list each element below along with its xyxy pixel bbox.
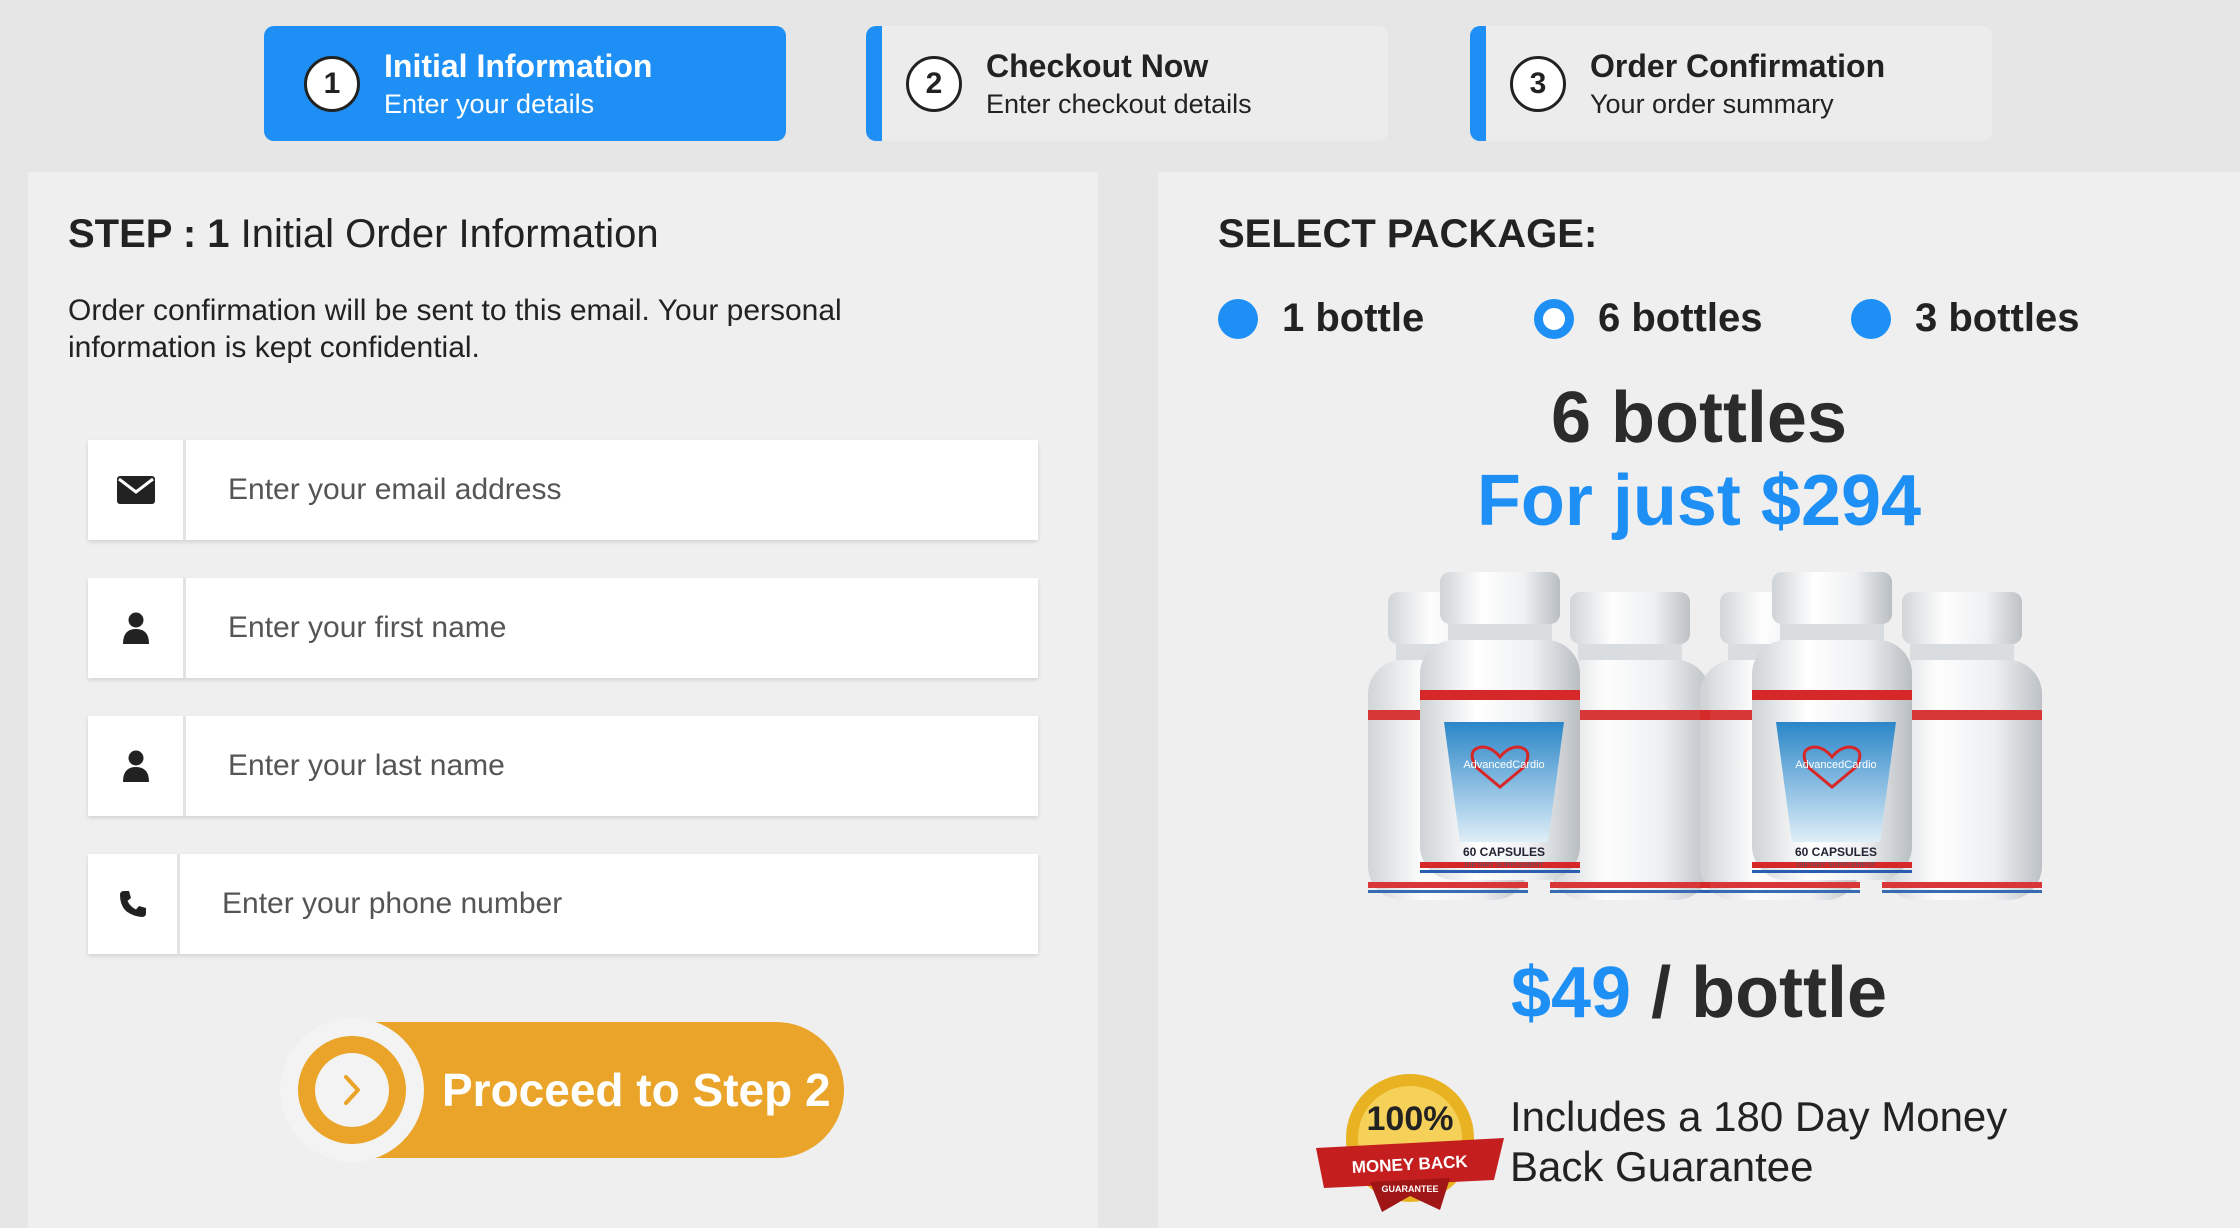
form-description: Order confirmation will be sent to this … <box>68 294 842 364</box>
step-title: Initial Information <box>384 47 653 84</box>
step-3-tab[interactable]: 3 Order Confirmation Your order summary <box>1470 26 1992 141</box>
radio-button-selected[interactable] <box>1534 298 1574 339</box>
radio-button[interactable] <box>1218 298 1258 339</box>
package-option-3-bottles[interactable]: 3 bottles <box>1851 296 2079 341</box>
package-option-6-bottles[interactable]: 6 bottles <box>1534 296 1762 341</box>
form-step-title: Initial Order Information <box>229 212 659 256</box>
step-1-tab[interactable]: 1 Initial Information Enter your details <box>264 26 786 141</box>
per-bottle-amount: $49 <box>1510 953 1632 1033</box>
bottle-brand-text: AdvancedCardio <box>1795 759 1876 771</box>
selected-price: For just $294 <box>1476 461 1922 541</box>
step-subtitle: Enter checkout details <box>986 88 1252 119</box>
proceed-button[interactable]: Proceed to Step 2 <box>280 1018 844 1162</box>
step-subtitle: Your order summary <box>1590 88 1834 119</box>
step-title: Order Confirmation <box>1590 47 1886 84</box>
phone-icon <box>88 854 180 954</box>
bottle-caption-text: 60 CAPSULES <box>1795 845 1877 859</box>
per-bottle-price: $49 / bottle <box>1158 952 2240 1034</box>
bottle-caption-text: 60 CAPSULES <box>1463 845 1545 859</box>
last-name-field <box>88 716 1038 816</box>
proceed-button-circle <box>280 1018 424 1162</box>
form-step-prefix: STEP : 1 <box>68 212 230 256</box>
user-icon <box>88 716 186 816</box>
package-title: SELECT PACKAGE: <box>1218 212 1598 256</box>
step-number: 2 <box>906 55 962 112</box>
step-title: Checkout Now <box>986 47 1209 84</box>
email-field <box>88 440 1038 540</box>
radio-button[interactable] <box>1851 298 1891 339</box>
package-panel: SELECT PACKAGE: 1 bottle 6 bottles 3 bot… <box>1158 172 2240 1228</box>
first-name-input[interactable] <box>228 611 1008 645</box>
package-option-label: 3 bottles <box>1915 296 2080 340</box>
package-option-1-bottle[interactable]: 1 bottle <box>1218 296 1424 341</box>
badge-percent: 100% <box>1367 1100 1454 1138</box>
first-name-field <box>88 578 1038 678</box>
phone-input[interactable] <box>222 887 1002 921</box>
phone-field <box>88 854 1038 954</box>
package-option-label: 1 bottle <box>1282 296 1425 340</box>
form-heading: STEP : 1 Initial Order Information <box>68 212 659 257</box>
chevron-right-icon <box>315 1053 389 1127</box>
selected-quantity: 6 bottles <box>1550 378 1848 458</box>
guarantee-text: Includes a 180 Day Money Back Guarantee <box>1510 1093 2008 1190</box>
bottle-brand-text: AdvancedCardio <box>1463 759 1544 771</box>
bottle-subcaption-text: DIETARY SUPPLEMENT <box>1797 862 1877 869</box>
order-form-panel: STEP : 1 Initial Order Information Order… <box>28 172 1098 1228</box>
bottle-subcaption-text: DIETARY SUPPLEMENT <box>1465 862 1545 869</box>
step-number: 1 <box>304 55 360 112</box>
proceed-button-label: Proceed to Step 2 <box>442 1064 831 1116</box>
step-number: 3 <box>1510 55 1566 112</box>
per-bottle-unit: / bottle <box>1631 953 1888 1033</box>
step-2-tab[interactable]: 2 Checkout Now Enter checkout details <box>866 26 1388 141</box>
step-subtitle: Enter your details <box>384 88 595 119</box>
package-option-label: 6 bottles <box>1598 296 1763 340</box>
money-back-badge-icon: 100% MONEY BACK GUARANTEE <box>1316 1074 1504 1212</box>
email-input[interactable] <box>228 473 1008 507</box>
user-icon <box>88 578 186 678</box>
badge-subtext: GUARANTEE <box>1381 1184 1438 1194</box>
last-name-input[interactable] <box>228 749 1008 783</box>
envelope-icon <box>88 440 186 540</box>
